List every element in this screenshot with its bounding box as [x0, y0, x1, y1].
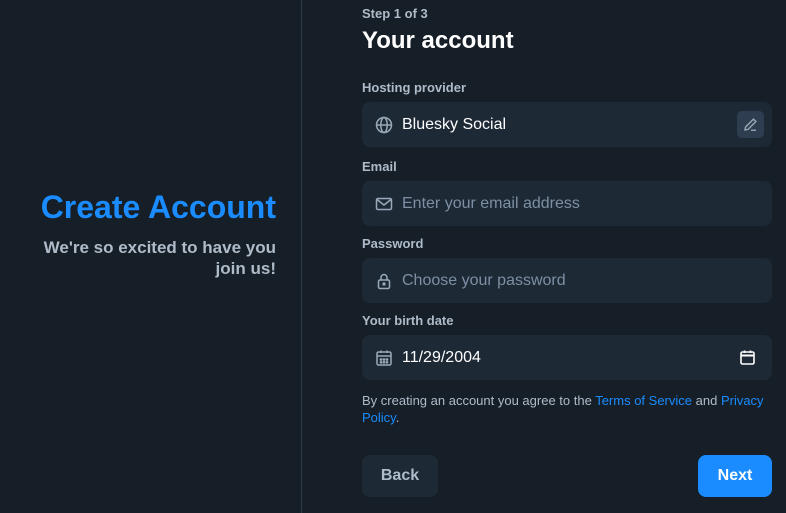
signup-form: Step 1 of 3 Your account Hosting provide…	[362, 0, 772, 513]
email-label: Email	[362, 159, 397, 174]
terms-suffix: .	[395, 410, 400, 425]
terms-prefix: By creating an account you agree to the	[362, 393, 596, 408]
edit-provider-button[interactable]	[737, 111, 764, 138]
terms-of-service-link[interactable]: Terms of Service	[595, 393, 692, 408]
lock-icon	[375, 272, 393, 290]
birthdate-label: Your birth date	[362, 313, 454, 328]
calendar-icon	[375, 349, 393, 367]
hero-subtitle: We're so excited to have you join us!	[43, 238, 276, 278]
hero-title: Create Account	[40, 189, 276, 225]
date-picker-icon[interactable]	[739, 349, 756, 366]
provider-field[interactable]: Bluesky Social	[362, 102, 772, 147]
form-title: Your account	[362, 27, 514, 54]
globe-icon	[375, 116, 393, 134]
email-field[interactable]: Enter your email address	[362, 181, 772, 226]
panel-divider	[301, 0, 302, 513]
birthdate-value: 11/29/2004	[402, 349, 481, 366]
pencil-icon	[744, 118, 757, 131]
email-placeholder: Enter your email address	[402, 195, 580, 212]
next-button[interactable]: Next	[698, 455, 772, 497]
back-button[interactable]: Back	[362, 455, 438, 497]
password-label: Password	[362, 236, 424, 251]
terms-middle: and	[692, 393, 721, 408]
left-panel: Create Account We're so excited to have …	[0, 0, 301, 513]
provider-value: Bluesky Social	[402, 116, 507, 133]
envelope-icon	[375, 195, 393, 213]
birthdate-field[interactable]: 11/29/2004	[362, 335, 772, 380]
terms-text: By creating an account you agree to the …	[362, 392, 772, 426]
password-placeholder: Choose your password	[402, 272, 566, 289]
password-field[interactable]: Choose your password	[362, 258, 772, 303]
step-indicator: Step 1 of 3	[362, 6, 428, 21]
provider-label: Hosting provider	[362, 80, 467, 95]
